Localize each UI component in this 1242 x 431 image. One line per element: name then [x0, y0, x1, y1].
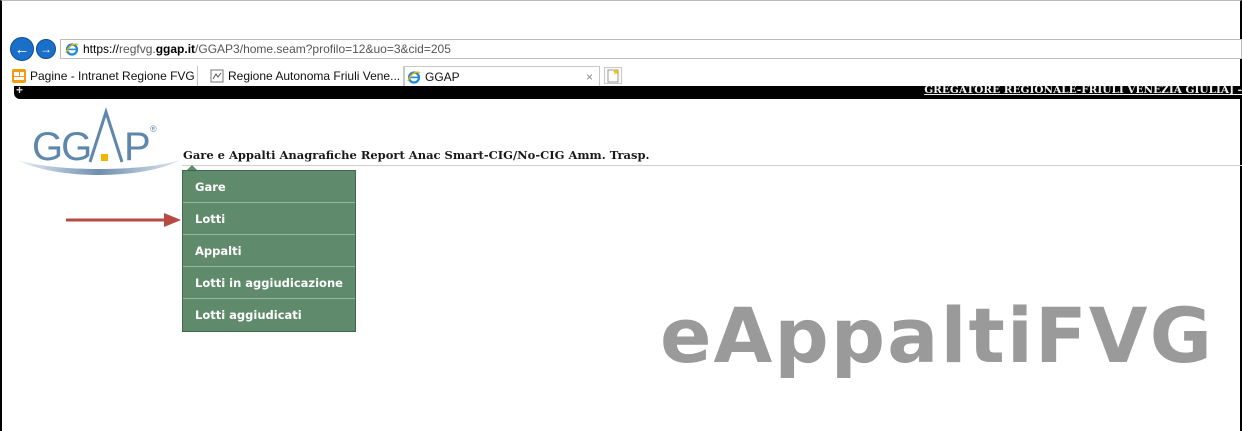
new-tab-icon	[607, 69, 619, 83]
ie-icon	[407, 71, 421, 84]
new-tab-button[interactable]	[604, 67, 622, 84]
menu-divider	[182, 165, 1242, 166]
tab-label: GGAP	[425, 70, 460, 84]
tab-regione[interactable]: Regione Autonoma Friuli Vene...	[208, 66, 404, 86]
ggap-logo: GG P ®	[18, 107, 180, 175]
eappaltifvg-wordmark: eAppaltiFVG	[660, 291, 1214, 380]
url-path: /GGAP3/home.seam?profilo=12&uo=3&cid=205	[195, 42, 451, 56]
back-button[interactable]: ←	[10, 37, 34, 61]
tab-strip: Pagine - Intranet Regione FVG Regione Au…	[10, 66, 1242, 86]
address-input[interactable]: https://regfvg.ggap.it/GGAP3/home.seam?p…	[60, 39, 1242, 59]
header-banner: + GREGATORE REGIONALE-FRIULI VENEZIA GIU…	[14, 83, 1242, 99]
dropdown-item-gare[interactable]: Gare	[183, 171, 355, 203]
dropdown-item-lotti-in-aggiudicazione[interactable]: Lotti in aggiudicazione	[183, 267, 355, 299]
tab-label: Regione Autonoma Friuli Vene...	[228, 69, 401, 83]
main-menu: Gare e Appalti Anagrafiche Report Anac S…	[183, 145, 650, 165]
expand-icon[interactable]: +	[16, 83, 23, 97]
sharepoint-icon	[12, 69, 26, 83]
menu-report[interactable]: Report	[361, 145, 405, 165]
tab-intranet[interactable]: Pagine - Intranet Regione FVG	[10, 66, 198, 86]
arrow-left-icon: ←	[14, 40, 30, 58]
annotation-arrow-icon	[66, 213, 181, 227]
dropdown-item-lotti-aggiudicati[interactable]: Lotti aggiudicati	[183, 299, 355, 331]
banner-org-link[interactable]: GREGATORE REGIONALE-FRIULI VENEZIA GIULI…	[924, 84, 1242, 96]
svg-text:GG: GG	[32, 125, 90, 169]
tab-label: Pagine - Intranet Regione FVG	[30, 69, 195, 83]
menu-amm-trasp[interactable]: Amm. Trasp.	[568, 145, 649, 165]
forward-button[interactable]: →	[36, 39, 56, 59]
gare-dropdown-menu: Gare Lotti Appalti Lotti in aggiudicazio…	[182, 170, 356, 332]
page-icon	[210, 69, 224, 83]
close-icon[interactable]: ×	[586, 67, 593, 87]
dropdown-item-appalti[interactable]: Appalti	[183, 235, 355, 267]
svg-text:P: P	[124, 125, 151, 169]
arrow-right-icon: →	[40, 42, 52, 56]
svg-text:®: ®	[150, 124, 157, 134]
url-subdomain: regfvg.	[119, 42, 156, 56]
address-bar-row: ← → https://regfvg.ggap.it/GGAP3/home.se…	[10, 36, 1242, 62]
menu-gare-e-appalti[interactable]: Gare e Appalti	[183, 145, 275, 165]
ie-icon	[65, 43, 79, 56]
url-scheme: https://	[83, 42, 120, 56]
menu-smart-cig[interactable]: Smart-CIG/No-CIG	[445, 145, 565, 165]
menu-anac[interactable]: Anac	[409, 145, 441, 165]
menu-anagrafiche[interactable]: Anagrafiche	[279, 145, 356, 165]
dropdown-item-lotti[interactable]: Lotti	[183, 203, 355, 235]
url-domain: ggap.it	[155, 42, 196, 56]
tab-ggap[interactable]: GGAP ×	[404, 66, 600, 86]
